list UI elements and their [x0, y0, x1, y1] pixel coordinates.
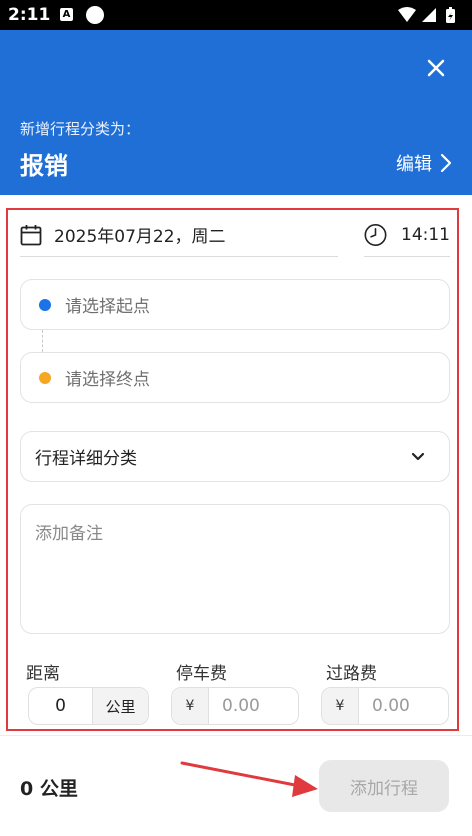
add-trip-button[interactable]: 添加行程 [319, 760, 449, 812]
parking-fee-label: 停车费 [176, 664, 227, 684]
time-picker[interactable]: 14:11 [364, 213, 450, 257]
chevron-right-icon [440, 153, 452, 173]
trip-category-label: 行程详细分类 [35, 449, 137, 469]
header: 新增行程分类为： 报销 编辑 [0, 30, 472, 195]
calendar-icon [20, 224, 42, 245]
footer-divider [0, 735, 472, 736]
status-time: 2:11 [8, 5, 51, 25]
start-location-field[interactable]: 请选择起点 [20, 279, 450, 330]
edit-label: 编辑 [396, 154, 432, 175]
total-distance: 0 公里 [20, 778, 78, 800]
date-value: 2025年07月22，周二 [54, 227, 226, 247]
wifi-icon [398, 7, 416, 22]
time-value: 14:11 [401, 224, 450, 245]
header-subtitle: 新增行程分类为： [20, 120, 141, 138]
signal-icon [422, 8, 436, 22]
toll-currency-symbol: ¥ [322, 688, 359, 724]
route-connector [42, 330, 43, 352]
parking-fee-input[interactable]: 0.00 [209, 688, 298, 724]
start-location-placeholder: 请选择起点 [65, 297, 150, 317]
parking-fee-field[interactable]: ¥ 0.00 [171, 687, 299, 725]
close-icon[interactable] [422, 54, 450, 82]
end-dot-icon [39, 371, 51, 384]
edit-link[interactable]: 编辑 [396, 150, 452, 176]
header-title: 报销 [20, 152, 68, 180]
end-location-placeholder: 请选择终点 [65, 370, 150, 390]
notification-icon: A [60, 8, 73, 21]
toll-fee-field[interactable]: ¥ 0.00 [321, 687, 449, 725]
toll-fee-input[interactable]: 0.00 [359, 688, 448, 724]
status-icons [398, 7, 455, 23]
distance-field[interactable]: 0 公里 [28, 687, 149, 725]
distance-unit: 公里 [92, 688, 148, 724]
start-dot-icon [39, 298, 51, 311]
parking-currency-symbol: ¥ [172, 688, 209, 724]
battery-icon [446, 7, 455, 23]
date-picker[interactable]: 2025年07月22，周二 [20, 213, 338, 257]
app-notification-icon [86, 6, 104, 24]
end-location-field[interactable]: 请选择终点 [20, 352, 450, 403]
status-bar: 2:11 A [0, 0, 472, 30]
distance-input[interactable]: 0 [29, 688, 92, 724]
toll-fee-label: 过路费 [326, 664, 377, 684]
clock-icon [364, 223, 387, 246]
chevron-down-icon [411, 452, 425, 460]
trip-category-select[interactable]: 行程详细分类 [20, 431, 450, 482]
distance-label: 距离 [26, 664, 60, 684]
remark-textarea[interactable]: 添加备注 [20, 504, 450, 634]
